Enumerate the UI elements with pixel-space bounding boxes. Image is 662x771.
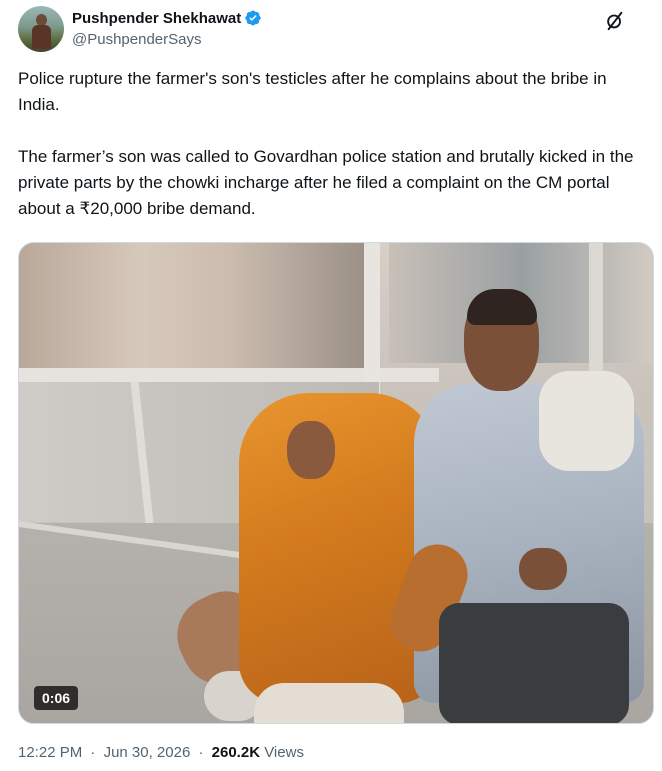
video-duration-badge: 0:06 xyxy=(34,686,79,710)
tweet: Pushpender Shekhawat @PushpenderSays Pol… xyxy=(0,0,662,771)
meta-separator: · xyxy=(90,744,96,761)
display-name-row: Pushpender Shekhawat xyxy=(72,8,262,28)
grok-icon[interactable] xyxy=(604,10,626,32)
tweet-paragraph: Police rupture the farmer's son's testic… xyxy=(18,69,607,114)
author-names: Pushpender Shekhawat @PushpenderSays xyxy=(72,8,262,48)
author-handle[interactable]: @PushpenderSays xyxy=(72,31,262,48)
avatar[interactable] xyxy=(18,6,64,52)
post-time[interactable]: 12:22 PM xyxy=(18,744,82,761)
tweet-paragraph: The farmer’s son was called to Govardhan… xyxy=(18,147,634,218)
post-date[interactable]: Jun 30, 2026 xyxy=(104,744,191,761)
avatar-figure-body xyxy=(32,25,51,49)
tweet-header: Pushpender Shekhawat @PushpenderSays xyxy=(18,6,644,54)
display-name[interactable]: Pushpender Shekhawat xyxy=(72,10,241,27)
video-frame xyxy=(19,243,653,723)
tweet-text: Police rupture the farmer's son's testic… xyxy=(18,66,644,222)
meta-separator: · xyxy=(198,744,204,761)
tweet-meta: 12:22 PM · Jun 30, 2026 · 260.2K Views xyxy=(18,744,304,761)
verified-badge-icon xyxy=(245,10,261,26)
views-count: 260.2K xyxy=(211,744,261,761)
video-player[interactable]: 0:06 xyxy=(18,242,654,724)
views-label: Views xyxy=(264,744,304,761)
